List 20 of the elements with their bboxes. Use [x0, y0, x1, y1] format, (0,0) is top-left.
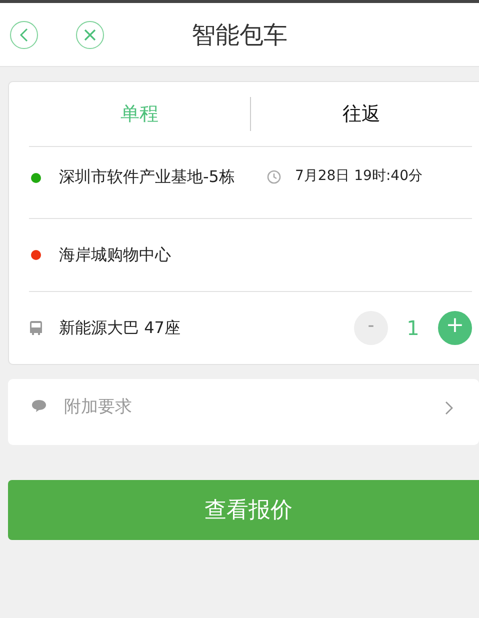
vehicle-type: 新能源大巴 47座: [59, 318, 180, 338]
trip-tab[interactable]: 单程: [29, 95, 250, 133]
chat-icon: [32, 400, 46, 412]
quantity-value: 1: [406, 316, 420, 340]
bus-icon: [29, 321, 43, 335]
page-title: 智能包车: [192, 20, 288, 48]
extra-requirements-row[interactable]: 附加要求: [8, 379, 479, 445]
trip-tab[interactable]: 往返: [251, 95, 472, 133]
extra-requirements-label: 附加要求: [64, 396, 133, 418]
departure-time[interactable]: 7月28日 19时:40分: [294, 167, 422, 185]
location-text[interactable]: 深圳市软件产业基地-5栋: [59, 167, 235, 188]
close-icon: [84, 28, 96, 40]
close-button[interactable]: [76, 20, 104, 48]
chevron-right-icon: [445, 401, 453, 415]
clock-icon: [266, 170, 281, 184]
back-button[interactable]: [10, 20, 38, 48]
increase-button[interactable]: +: [438, 311, 472, 345]
back-icon: [19, 28, 29, 42]
view-quote-button[interactable]: 查看报价: [8, 480, 479, 540]
location-text[interactable]: 海岸城购物中心: [59, 244, 171, 266]
